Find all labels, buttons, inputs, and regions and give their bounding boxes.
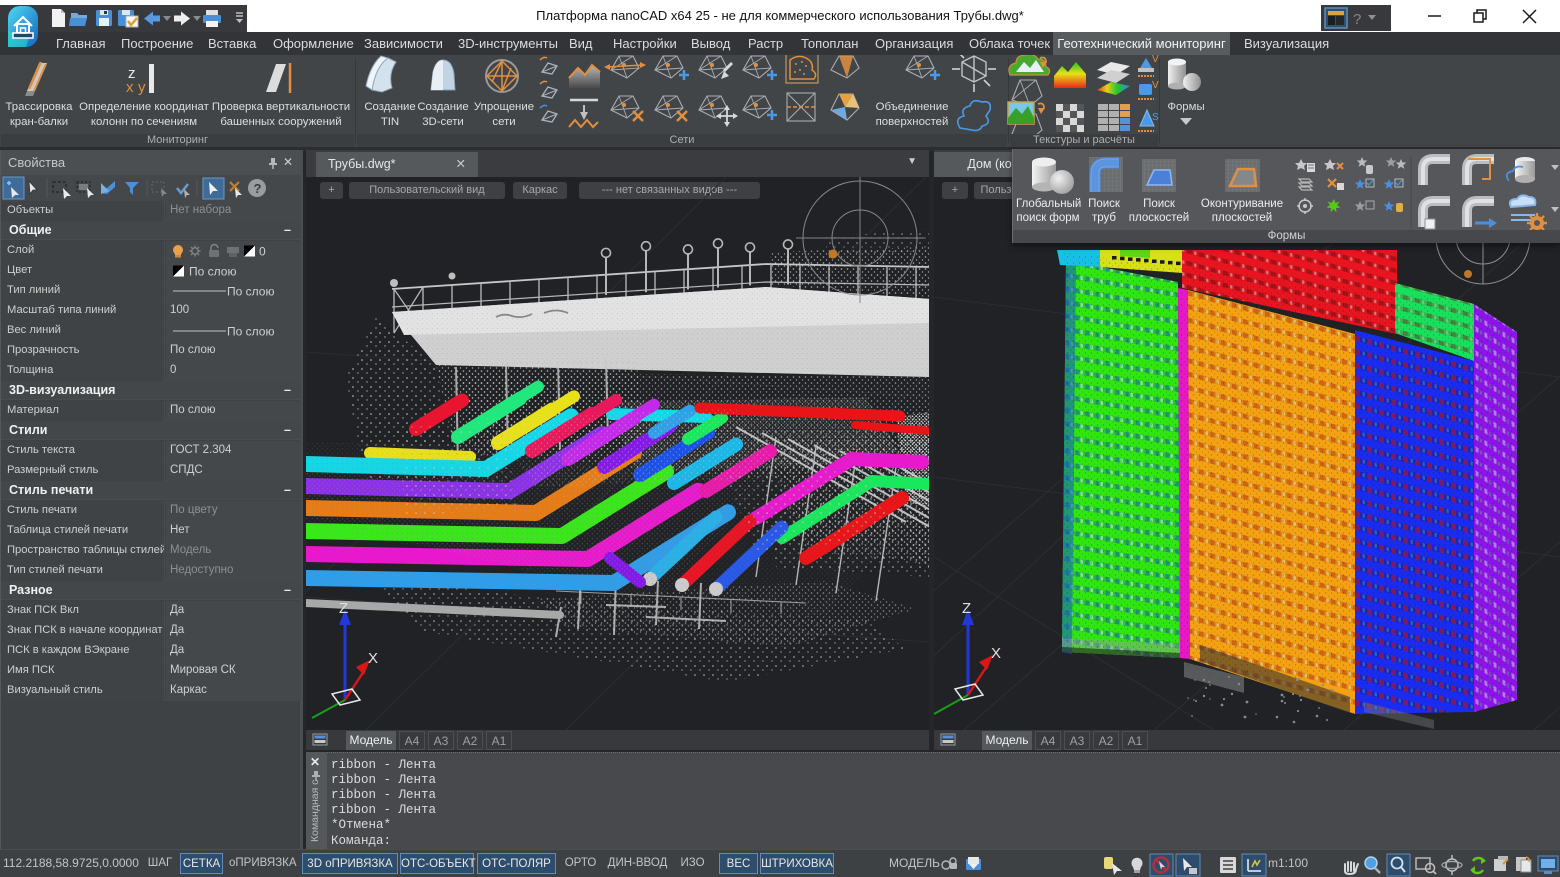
svg-text:X: X — [368, 650, 378, 667]
svg-text:По слою: По слою — [227, 325, 274, 339]
svg-text:x: x — [126, 79, 134, 96]
svg-text:Z: Z — [339, 600, 348, 617]
svg-text:По слою: По слою — [227, 285, 274, 299]
svg-text:По слою: По слою — [189, 265, 236, 279]
svg-text:y: y — [138, 79, 146, 96]
svg-text:0: 0 — [259, 245, 266, 259]
svg-text:S: S — [1152, 112, 1159, 123]
svg-text:X: X — [991, 645, 1001, 662]
svg-text:?: ? — [1353, 11, 1361, 28]
svg-text:?: ? — [254, 181, 262, 196]
svg-text:Z: Z — [962, 600, 971, 617]
svg-text:V: V — [1152, 55, 1159, 65]
svg-text:V: V — [1152, 80, 1159, 91]
